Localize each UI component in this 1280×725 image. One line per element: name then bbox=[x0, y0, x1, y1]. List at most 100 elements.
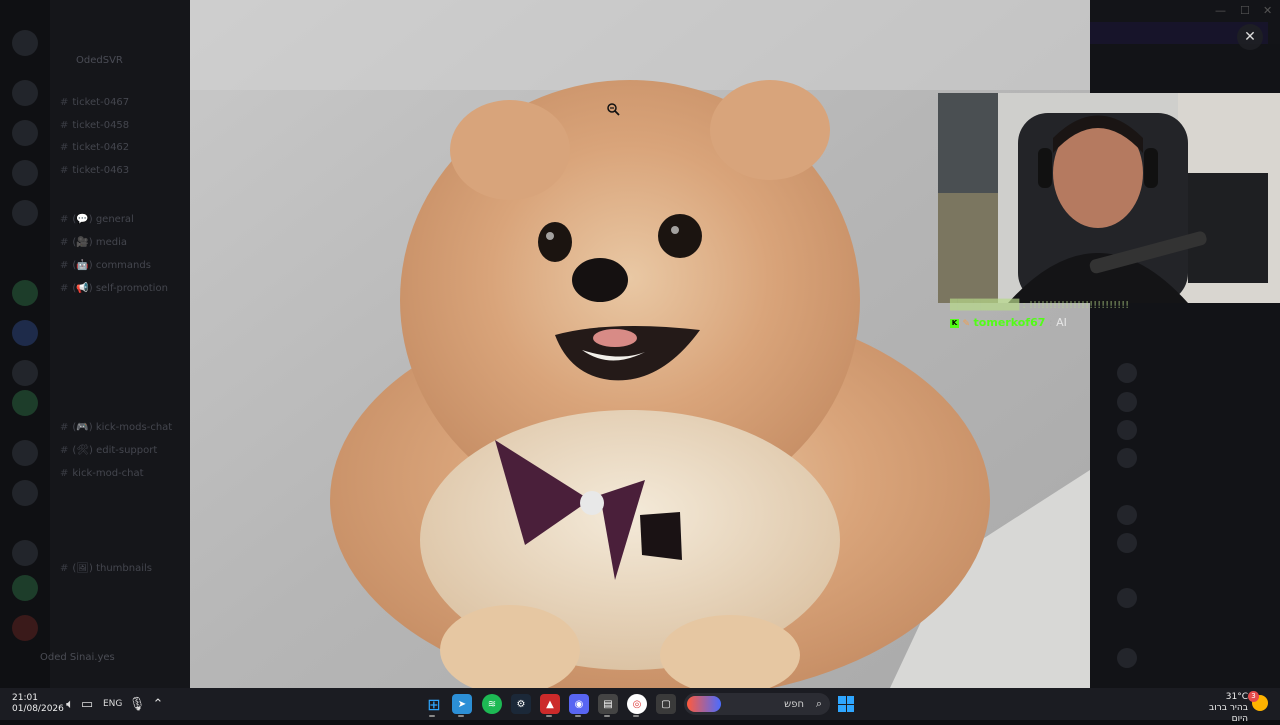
member-avatar[interactable] bbox=[1117, 648, 1137, 668]
server-icon[interactable] bbox=[12, 575, 38, 601]
weather-description: בהיר ברוב היום bbox=[1209, 703, 1248, 724]
hash-icon: # bbox=[60, 165, 69, 176]
chat-username[interactable]: tomerkof67 bbox=[974, 316, 1046, 329]
server-icon[interactable] bbox=[12, 540, 38, 566]
running-indicator bbox=[604, 715, 610, 717]
channel-item[interactable]: # (🎮) kick-mods-chat bbox=[60, 422, 172, 433]
server-icon[interactable] bbox=[12, 280, 38, 306]
channel-label: kick-mod-chat bbox=[72, 468, 144, 479]
hash-icon: # bbox=[60, 237, 69, 248]
server-icon[interactable] bbox=[12, 440, 38, 466]
channel-label: (🖼) thumbnails bbox=[72, 563, 152, 574]
channel-label: ticket-0458 bbox=[72, 120, 130, 131]
file-app-icon[interactable]: ▤ bbox=[598, 694, 618, 714]
channel-label: ticket-0462 bbox=[72, 142, 130, 153]
server-icon[interactable] bbox=[12, 160, 38, 186]
telegram-icon[interactable]: ➤ bbox=[452, 694, 472, 714]
close-viewer-button[interactable]: ✕ bbox=[1237, 24, 1263, 50]
channel-item[interactable]: # (🤖) commands bbox=[60, 260, 151, 271]
app-icon[interactable]: ▲ bbox=[540, 694, 560, 714]
channel-item[interactable]: # (📢) self-promotion bbox=[60, 283, 168, 294]
webcam-overlay bbox=[938, 93, 1280, 303]
taskbar-search[interactable]: חפש ⌕ bbox=[684, 693, 830, 715]
running-indicator bbox=[458, 715, 464, 717]
maximize-icon[interactable]: ☐ bbox=[1240, 4, 1250, 17]
hash-icon: # bbox=[60, 422, 69, 433]
server-icon[interactable] bbox=[12, 120, 38, 146]
server-rail bbox=[0, 0, 50, 688]
volume-icon[interactable]: 🔈︎ bbox=[61, 695, 79, 713]
steam-icon[interactable]: ⚙ bbox=[511, 694, 531, 714]
server-icon[interactable] bbox=[12, 360, 38, 386]
chat-message-faint: █████████ : !!!!!!!!!!!!!!!!!!!!!!!!! bbox=[950, 300, 1130, 311]
window-app-icon[interactable]: ▢ bbox=[656, 694, 676, 714]
running-indicator bbox=[633, 715, 639, 717]
server-icon[interactable] bbox=[12, 615, 38, 641]
member-avatar[interactable] bbox=[1117, 588, 1137, 608]
server-icon[interactable] bbox=[12, 200, 38, 226]
temperature: 31°C bbox=[1225, 692, 1248, 702]
hash-icon: # bbox=[60, 260, 69, 271]
clock-date: 01/08/2026 bbox=[12, 704, 64, 714]
channel-label: ticket-0463 bbox=[72, 165, 130, 176]
hash-icon: # bbox=[60, 97, 69, 108]
channel-label: ticket-0467 bbox=[72, 97, 130, 108]
minimize-icon[interactable]: — bbox=[1215, 4, 1226, 17]
task-view-icon[interactable]: ⊞ bbox=[424, 694, 444, 714]
hash-icon: # bbox=[60, 445, 69, 456]
channel-item[interactable]: # kick-mod-chat bbox=[60, 468, 144, 479]
channel-item[interactable]: # (🛠) edit-support bbox=[60, 445, 157, 456]
member-avatar[interactable] bbox=[1117, 363, 1137, 383]
running-indicator bbox=[429, 715, 435, 717]
server-icon[interactable] bbox=[12, 320, 38, 346]
channel-item[interactable]: # (🎥) media bbox=[60, 237, 127, 248]
hash-icon: # bbox=[60, 563, 69, 574]
chevron-up-icon[interactable]: ⌃ bbox=[149, 695, 167, 713]
search-icon: ⌕ bbox=[815, 697, 822, 710]
server-icon[interactable] bbox=[12, 80, 38, 106]
current-user-name: Oded Sinai.yes bbox=[40, 652, 115, 663]
channel-label: (🤖) commands bbox=[72, 260, 151, 271]
channel-item[interactable]: # ticket-0463 bbox=[60, 165, 129, 176]
weather-widget[interactable]: 31°C בהיר ברוב היום bbox=[1192, 692, 1248, 725]
running-indicator bbox=[546, 715, 552, 717]
channel-item[interactable]: # (🖼) thumbnails bbox=[60, 563, 152, 574]
zoom-out-cursor-icon bbox=[607, 103, 620, 116]
hash-icon: # bbox=[60, 142, 69, 153]
window-close-icon[interactable]: ✕ bbox=[1263, 4, 1272, 17]
channel-label: (📢) self-promotion bbox=[72, 283, 168, 294]
hash-icon: # bbox=[60, 283, 69, 294]
spotify-icon[interactable]: ≋ bbox=[482, 694, 502, 714]
member-avatar[interactable] bbox=[1117, 448, 1137, 468]
server-icon[interactable] bbox=[12, 30, 38, 56]
hash-icon: # bbox=[60, 120, 69, 131]
channel-label: (🛠) edit-support bbox=[72, 445, 158, 456]
member-avatar[interactable] bbox=[1117, 392, 1137, 412]
discord-icon[interactable]: ◉ bbox=[569, 694, 589, 714]
network-icon[interactable]: ▭ bbox=[78, 695, 96, 713]
chrome-icon[interactable]: ◎ bbox=[627, 694, 647, 714]
server-name[interactable]: OdedSVR bbox=[76, 55, 123, 66]
language-indicator[interactable]: ENG bbox=[103, 699, 122, 709]
pencil-badge-icon: ✎ bbox=[962, 319, 971, 329]
channel-label: (🎥) media bbox=[72, 237, 127, 248]
channel-item[interactable]: # ticket-0467 bbox=[60, 97, 129, 108]
channel-item[interactable]: # (💬) general bbox=[60, 214, 134, 225]
member-avatar[interactable] bbox=[1117, 505, 1137, 525]
member-avatar[interactable] bbox=[1117, 533, 1137, 553]
channel-item[interactable]: # ticket-0462 bbox=[60, 142, 129, 153]
start-button-icon[interactable] bbox=[838, 696, 854, 712]
notification-badge: 3 bbox=[1248, 691, 1259, 702]
server-icon[interactable] bbox=[12, 390, 38, 416]
kick-badge-icon: K bbox=[950, 318, 959, 328]
microphone-icon[interactable]: 🎙︎ bbox=[128, 695, 146, 713]
channel-label: (💬) general bbox=[72, 214, 134, 225]
clock[interactable]: 21:01 01/08/2026 bbox=[12, 693, 64, 715]
running-indicator bbox=[575, 715, 581, 717]
channel-item[interactable]: # ticket-0458 bbox=[60, 120, 129, 131]
hash-icon: # bbox=[60, 468, 69, 479]
member-avatar[interactable] bbox=[1117, 420, 1137, 440]
search-placeholder: חפש bbox=[784, 698, 804, 710]
server-icon[interactable] bbox=[12, 480, 38, 506]
hash-icon: # bbox=[60, 214, 69, 225]
